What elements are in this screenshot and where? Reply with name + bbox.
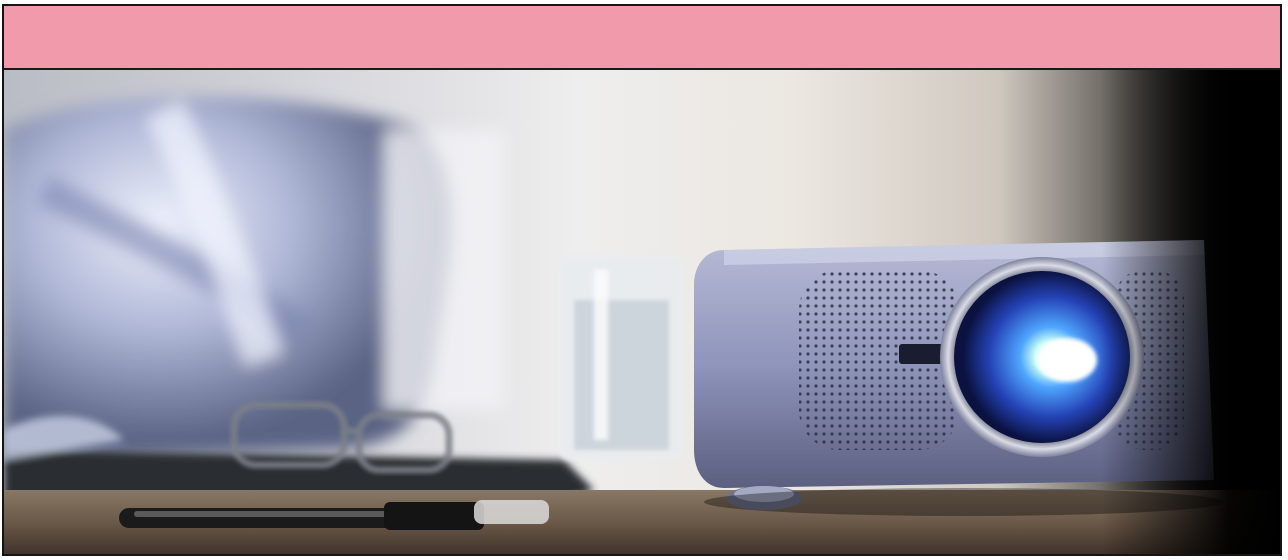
hero-image [4, 70, 1280, 554]
projector-photo [4, 70, 1280, 554]
header-band [4, 6, 1280, 70]
slide-frame [2, 4, 1282, 556]
